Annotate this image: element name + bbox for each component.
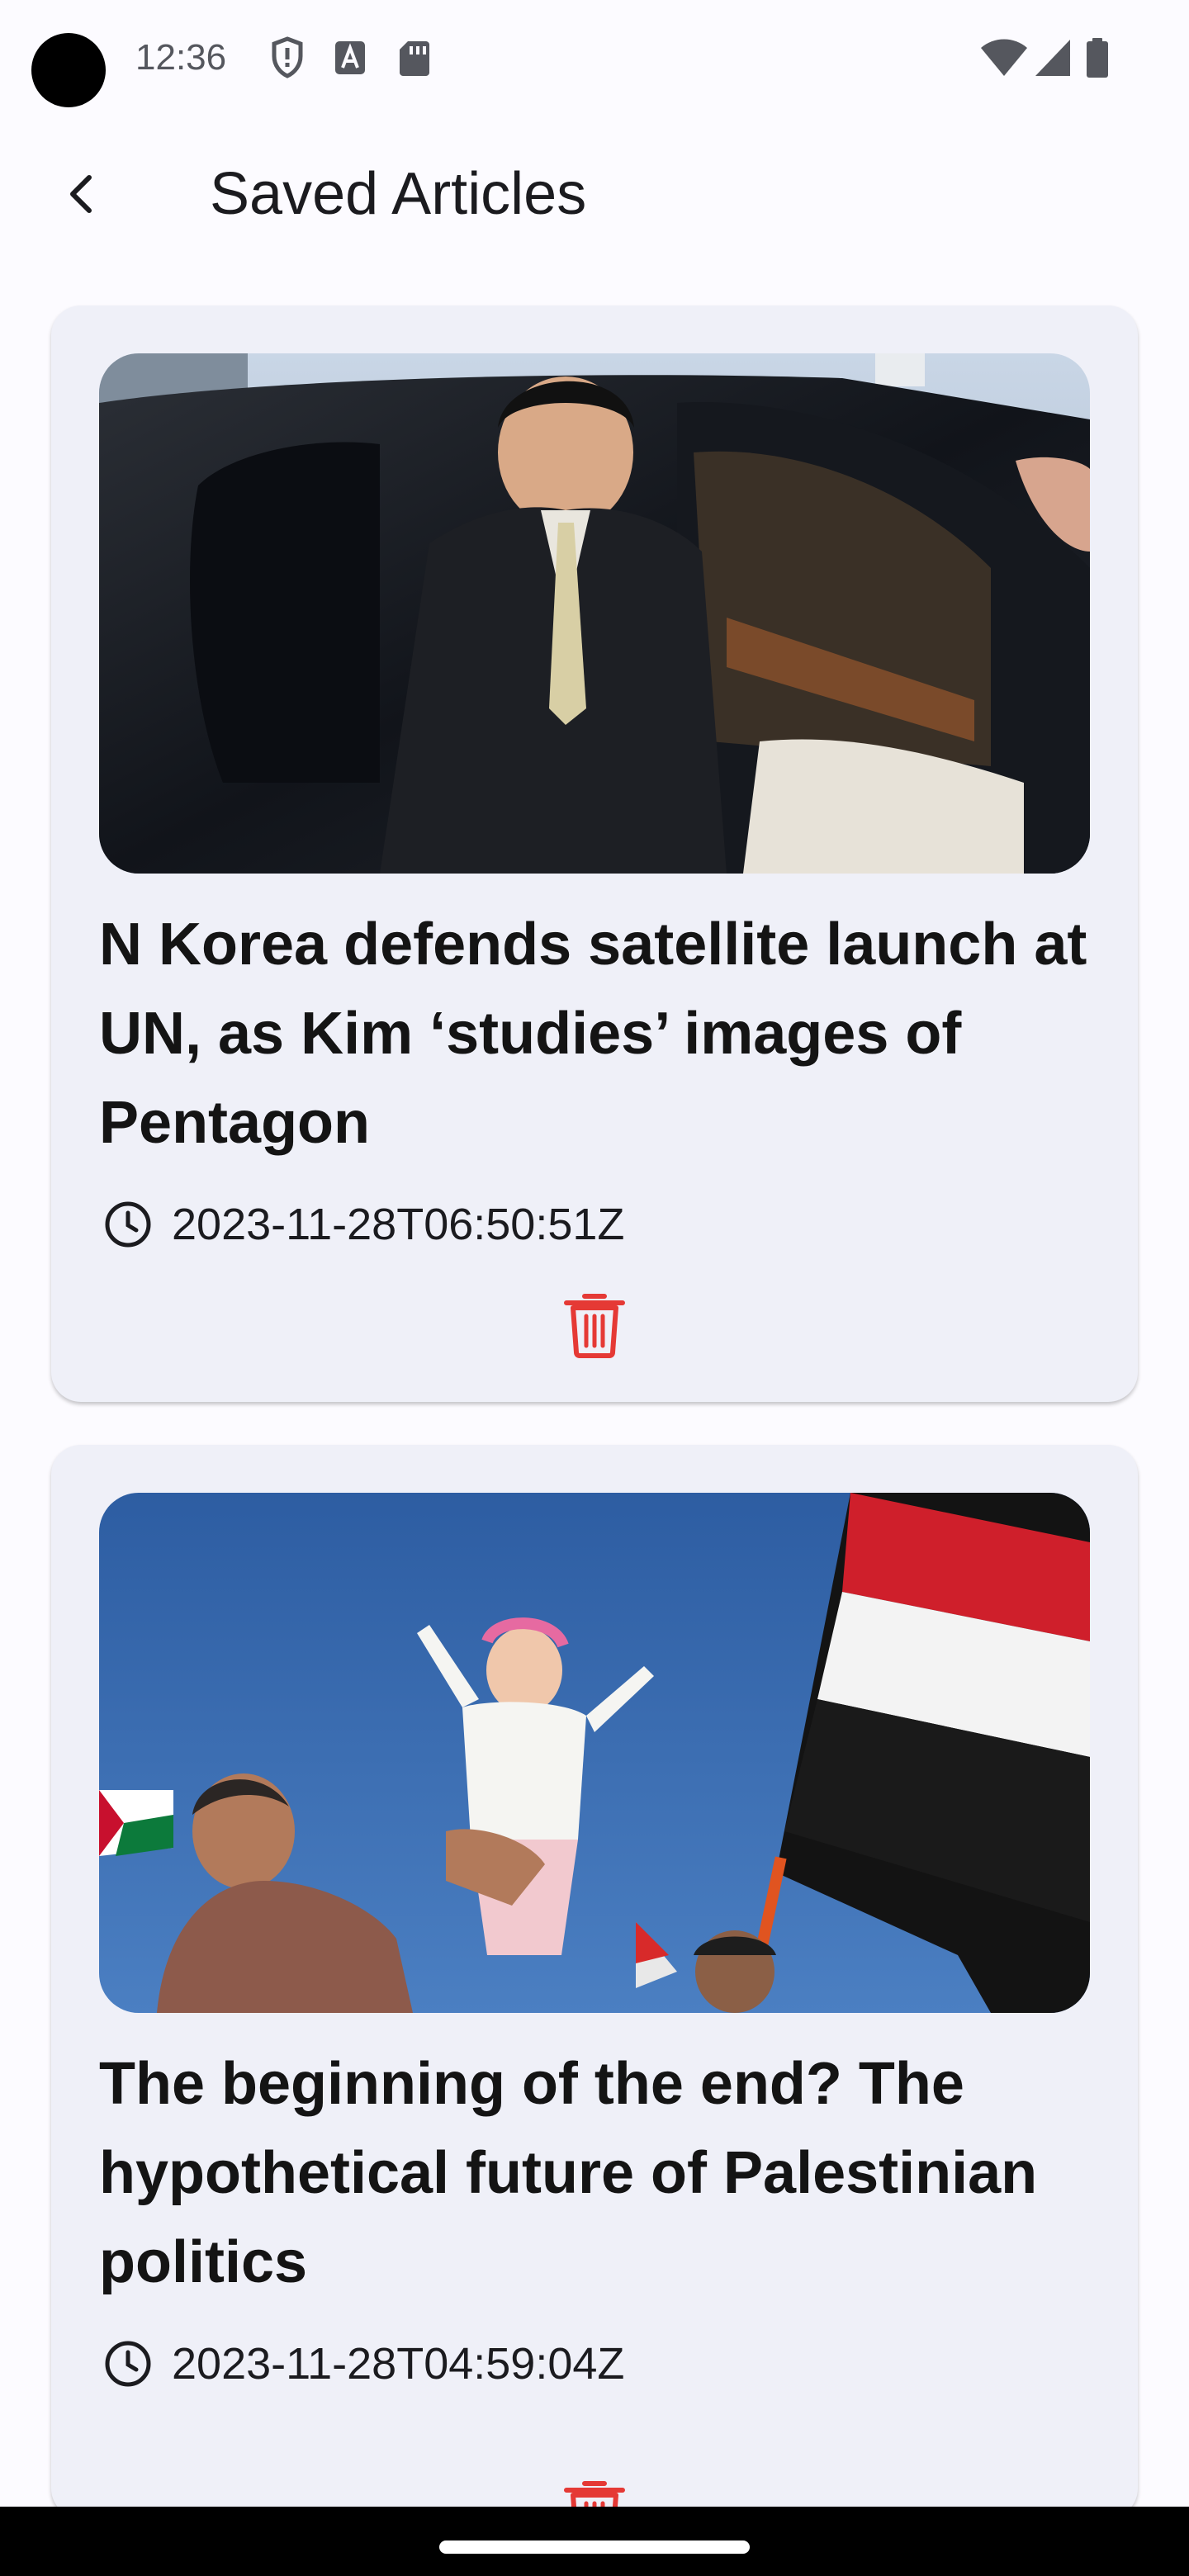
clock-icon bbox=[102, 2338, 154, 2389]
article-card[interactable]: N Korea defends satellite launch at UN, … bbox=[51, 305, 1138, 1402]
delete-button[interactable] bbox=[563, 1290, 626, 1359]
article-photo bbox=[99, 353, 1090, 874]
system-navigation-bar bbox=[0, 2507, 1189, 2576]
arrow-back-icon bbox=[70, 175, 92, 213]
article-meta: 2023-11-28T06:50:51Z bbox=[102, 1196, 624, 1253]
page-title: Saved Articles bbox=[210, 161, 587, 227]
signal-icon bbox=[1035, 40, 1070, 76]
text-a-icon bbox=[335, 41, 365, 74]
status-time: 12:36 bbox=[135, 37, 227, 78]
article-date: 2023-11-28T06:50:51Z bbox=[172, 1200, 625, 1249]
article-date: 2023-11-28T04:59:04Z bbox=[172, 2339, 625, 2389]
home-gesture-handle[interactable] bbox=[439, 2540, 750, 2554]
article-image[interactable] bbox=[99, 1493, 1090, 2013]
battery-icon bbox=[1087, 38, 1108, 78]
article-image[interactable] bbox=[99, 353, 1090, 874]
trash-icon bbox=[564, 1294, 625, 1358]
wifi-icon bbox=[981, 39, 1027, 76]
article-meta: 2023-11-28T04:59:04Z bbox=[102, 2335, 624, 2393]
camera-cutout bbox=[31, 33, 106, 107]
clock-icon bbox=[102, 1199, 154, 1250]
back-button[interactable] bbox=[50, 161, 116, 227]
article-title[interactable]: N Korea defends satellite launch at UN, … bbox=[99, 900, 1098, 1167]
article-title[interactable]: The beginning of the end? The hypothetic… bbox=[99, 2039, 1098, 2307]
sd-card-icon bbox=[400, 41, 429, 76]
top-app-bar: Saved Articles bbox=[0, 140, 1189, 248]
article-card[interactable]: The beginning of the end? The hypothetic… bbox=[51, 1445, 1138, 2518]
article-photo bbox=[99, 1493, 1090, 2013]
status-bar: 12:36 bbox=[0, 0, 1189, 116]
shield-icon bbox=[272, 36, 303, 78]
